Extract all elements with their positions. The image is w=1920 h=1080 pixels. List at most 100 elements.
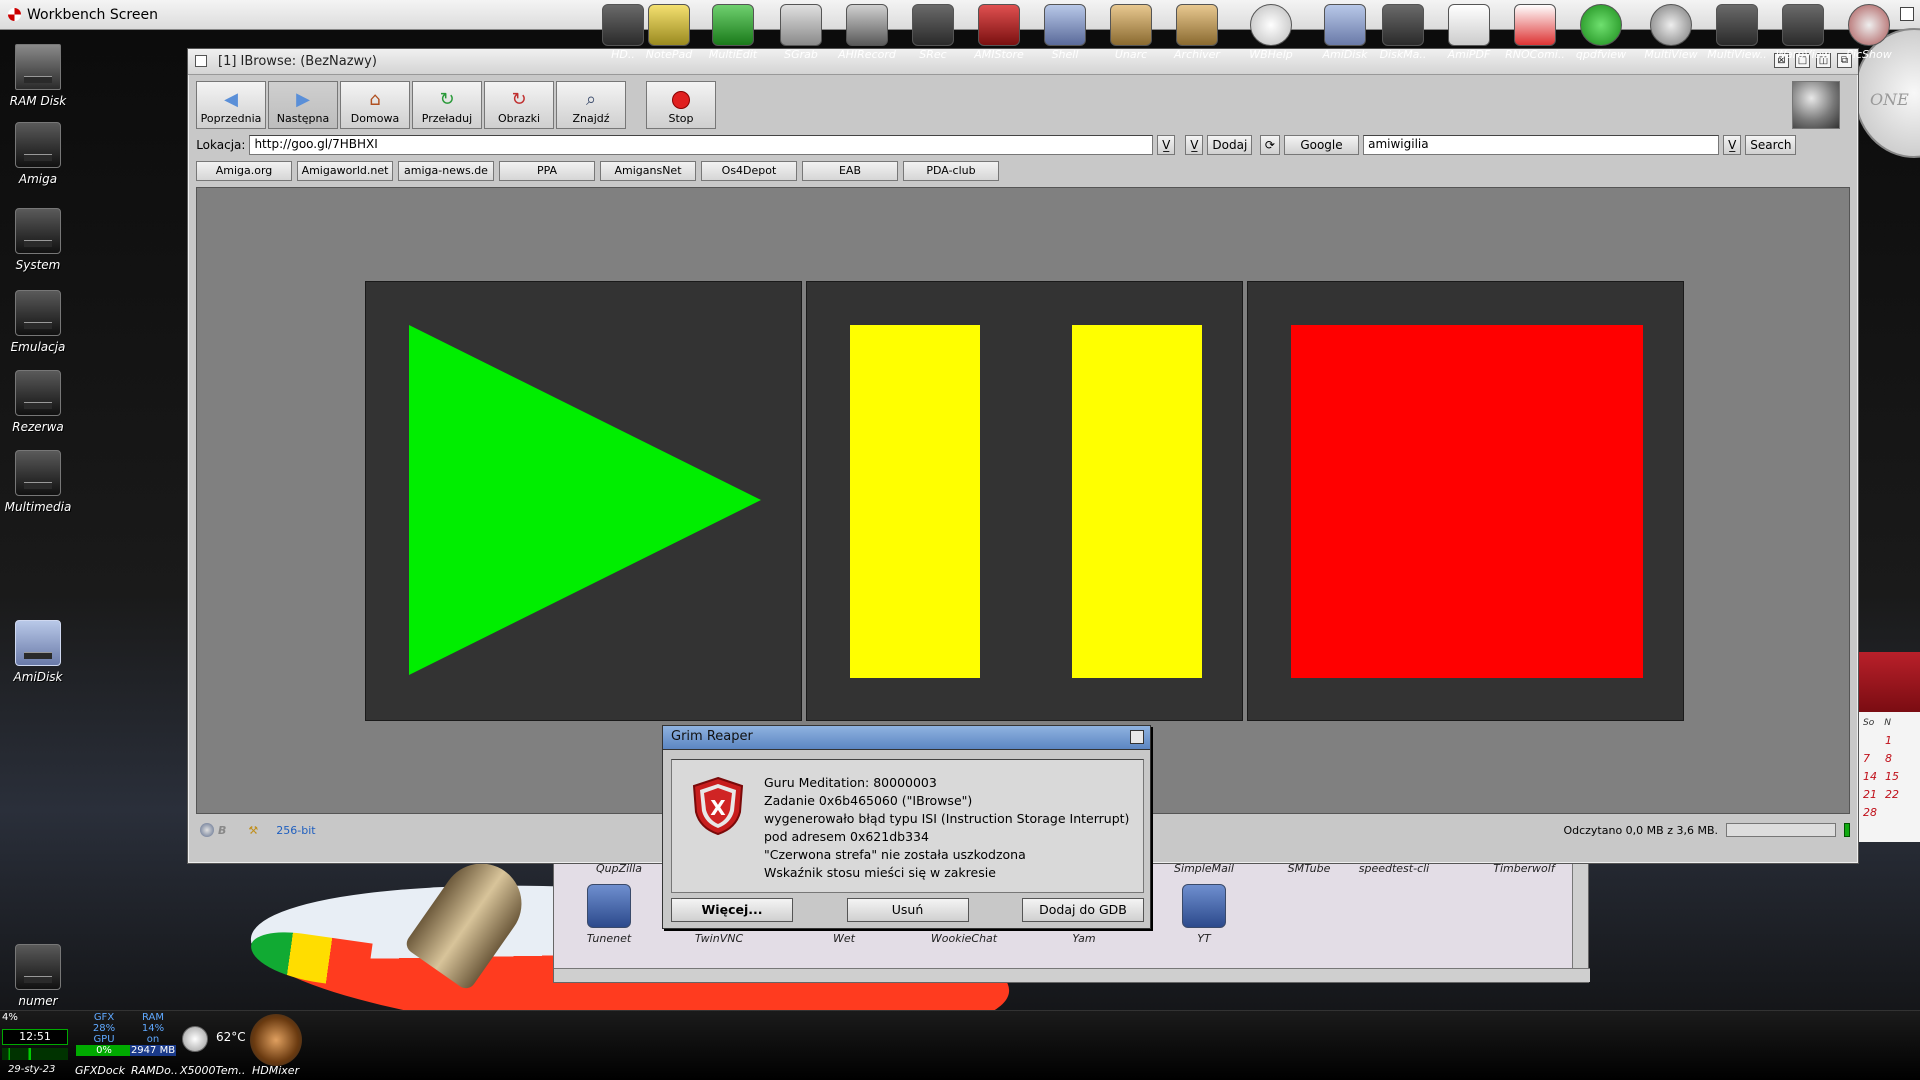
bookmark-button[interactable]: Amiga.org (196, 161, 292, 181)
dock-item-rnocomic[interactable]: RNOComi.. (1504, 0, 1566, 61)
play-icon (409, 325, 761, 675)
ibrowse-logo-icon[interactable] (1792, 81, 1840, 129)
drawer-vertical-scrollbar[interactable] (1572, 862, 1588, 970)
desktop-icon-multimedia[interactable]: Multimedia (0, 450, 78, 514)
close-icon[interactable] (195, 55, 207, 67)
bookmark-button[interactable]: EAB (802, 161, 898, 181)
ram-sub-label: on (146, 1034, 160, 1045)
picshow-icon (1848, 4, 1890, 46)
amidisk-icon (1324, 4, 1366, 46)
dock-item-multiview[interactable]: MultiView (1640, 0, 1702, 61)
dock-item-amipdf[interactable]: AmiPDF (1438, 0, 1500, 61)
search-input[interactable]: amiwigilia (1363, 135, 1720, 155)
multimedia-drive-icon (15, 450, 61, 496)
url-history-dropdown[interactable]: V̲ (1157, 135, 1176, 155)
dialog-title-bar[interactable]: Grim Reaper (663, 726, 1150, 750)
search-engine-select[interactable]: Google (1283, 135, 1360, 155)
play-panel[interactable] (365, 281, 802, 721)
more-button[interactable]: Więcej... (671, 898, 793, 922)
message-line: wygenerowało błąd typu ISI (Instruction … (764, 811, 1130, 826)
bookmark-button[interactable]: PDA-club (903, 161, 999, 181)
images-button[interactable]: ↻ Obrazki (484, 81, 554, 129)
dock-item-picshow[interactable]: PicShow (1838, 0, 1900, 61)
message-line: Zadanie 0x6b465060 ("IBrowse") (764, 793, 973, 808)
url-input[interactable]: http://goo.gl/7HBHXI (249, 135, 1154, 155)
dock-item-diskmaster[interactable]: DiskMa.. (1372, 0, 1434, 61)
hdmixer-knob-icon[interactable] (250, 1014, 302, 1066)
ram-monitor-widget[interactable]: RAM 14% on 2947 MB (130, 1012, 176, 1056)
stop-panel[interactable] (1247, 281, 1684, 721)
drawer-item-tunenet[interactable]: Tunenet (554, 884, 664, 945)
drawer-horizontal-scrollbar[interactable] (554, 968, 1590, 982)
cpu-monitor-widget[interactable]: 4% 12:51 29-sty-23 (2, 1012, 70, 1078)
bookmark-button[interactable]: Amigaworld.net (297, 161, 393, 181)
dock-item-unarc[interactable]: Unarc (1100, 0, 1162, 61)
desktop-icon-emulacja[interactable]: Emulacja (0, 290, 78, 354)
forward-button[interactable]: ▶ Następna (268, 81, 338, 129)
dock-item-multiedit[interactable]: MultiEdit (702, 0, 764, 61)
dock-item-amistore[interactable]: AMIStore (968, 0, 1030, 61)
desktop-icon-rezerwa[interactable]: Rezerwa (0, 370, 78, 434)
drawer-item-yt[interactable]: YT (1149, 884, 1259, 945)
dock-item-qpdfview[interactable]: qpdfview (1570, 0, 1632, 61)
screen-depth-gadget[interactable] (1900, 7, 1914, 21)
bookmark-button[interactable]: Os4Depot (701, 161, 797, 181)
pause-panel[interactable] (806, 281, 1243, 721)
security-icon[interactable] (200, 823, 214, 837)
bookmark-button[interactable]: AmigansNet (600, 161, 696, 181)
yt-icon (1182, 884, 1226, 928)
color-depth: 256-bit (276, 823, 316, 837)
desktop-icon-amiga[interactable]: Amiga (0, 122, 78, 186)
dock-item-srec[interactable]: SRec (902, 0, 964, 61)
dock-item-amidisk[interactable]: AmiDisk (1314, 0, 1376, 61)
search-button[interactable]: Search (1745, 135, 1797, 155)
find-button[interactable]: ⌕ Znajdź (556, 81, 626, 129)
search-history-dropdown[interactable]: V̲ (1723, 135, 1742, 155)
screen-title: Workbench Screen (27, 6, 158, 23)
desktop-icon-ram-disk[interactable]: RAM Disk (0, 44, 78, 108)
message-line: "Czerwona strefa" nie została uszkodzona (764, 847, 1026, 862)
bookmark-button[interactable]: amiga-news.de (398, 161, 494, 181)
dock-item-sgrab[interactable]: SGrab (770, 0, 832, 61)
dock-item-warpview[interactable]: WarpView (1772, 0, 1834, 61)
stop-button[interactable]: Stop (646, 81, 716, 129)
page-viewport[interactable] (196, 187, 1850, 814)
gfx-monitor-widget[interactable]: GFX 28% GPU 0% (76, 1012, 132, 1056)
depth-icon[interactable] (1130, 730, 1144, 744)
download-progress (1726, 823, 1836, 837)
date-text: 29-sty-23 (8, 1064, 56, 1075)
desktop-icon-amidisk[interactable]: AmiDisk (0, 620, 78, 684)
home-button[interactable]: ⌂ Domowa (340, 81, 410, 129)
dock-item-multiview2[interactable]: MultiView.. (1706, 0, 1768, 61)
temperature-gauge-icon[interactable] (182, 1026, 208, 1052)
unarc-icon (1110, 4, 1152, 46)
message-line: pod adresem 0x621db334 (764, 829, 929, 844)
desktop-icon-system[interactable]: System (0, 208, 78, 272)
camera-icon (780, 4, 822, 46)
kill-button[interactable]: Usuń (846, 898, 969, 922)
add-to-gdb-button[interactable]: Dodaj do GDB (1022, 898, 1144, 922)
desktop-icon-numer[interactable]: numer (0, 944, 78, 1008)
back-button[interactable]: ◀ Poprzednia (196, 81, 266, 129)
backup-drive-icon (15, 370, 61, 416)
dock-item-archiver[interactable]: Archiver (1166, 0, 1228, 61)
search-engine-icon[interactable]: ⟳ (1259, 135, 1280, 155)
bookmark-button[interactable]: PPA (499, 161, 595, 181)
gpu-percent: 0% (76, 1045, 132, 1056)
calendar-day: 21 (1863, 788, 1877, 801)
emulation-drive-icon (15, 290, 61, 336)
location-label: Lokacja: (196, 138, 246, 152)
reload-button[interactable]: ↻ Przeładuj (412, 81, 482, 129)
add-bookmark-button[interactable]: Dodaj (1207, 135, 1252, 155)
dock-item-wbhelp[interactable]: WBHelp (1240, 0, 1302, 61)
dialog-message: Guru Meditation: 80000003 Zadanie 0x6b46… (764, 774, 1129, 882)
tools-icon: ⚒ (248, 823, 259, 837)
tools-drive-icon (15, 122, 61, 168)
grim-reaper-dialog[interactable]: Grim Reaper X Guru Meditation: 80000003 … (662, 725, 1151, 929)
calendar-day: 7 (1863, 752, 1870, 765)
hotlist-dropdown[interactable]: V̲ (1185, 135, 1204, 155)
dialog-message-area: X Guru Meditation: 80000003 Zadanie 0x6b… (671, 759, 1144, 893)
dock-item-ahirecord[interactable]: AHIRecord (836, 0, 898, 61)
dock-item-shell[interactable]: Shell (1034, 0, 1096, 61)
dock-item-notepad[interactable]: NotePad (638, 0, 700, 61)
